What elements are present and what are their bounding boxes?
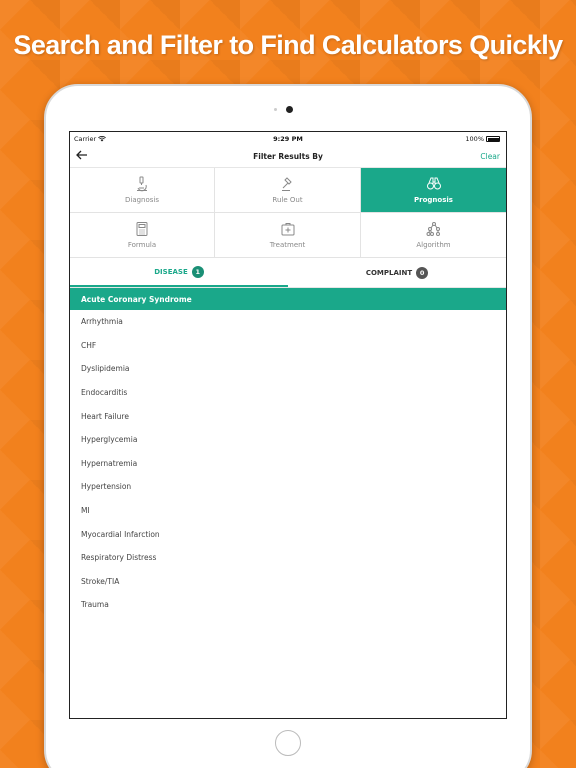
microscope-icon [137,176,147,192]
camera [286,106,293,113]
disease-list: Acute Coronary Syndrome Arrhythmia CHF D… [70,288,506,617]
filter-category-grid: Diagnosis Rule Out Prognosis Formula Tre… [70,168,506,258]
list-item[interactable]: Stroke/TIA [70,570,506,594]
nav-bar: Filter Results By Clear [70,146,506,168]
list-item[interactable]: Acute Coronary Syndrome [70,288,506,310]
home-button[interactable] [275,730,301,756]
list-item[interactable]: Dyslipidemia [70,357,506,381]
list-item[interactable]: Heart Failure [70,404,506,428]
list-item[interactable]: Hypertension [70,475,506,499]
flowchart-icon [426,222,440,236]
clock: 9:29 PM [273,135,303,143]
sensor [274,108,277,111]
promo-headline: Search and Filter to Find Calculators Qu… [13,30,563,60]
filter-rule-out[interactable]: Rule Out [215,168,361,213]
calculator-icon [136,222,148,236]
page-title: Filter Results By [253,152,323,161]
battery-status: 100% [465,135,500,143]
tab-disease[interactable]: DISEASE 1 [70,258,288,287]
list-item[interactable]: MI [70,499,506,523]
ipad-frame: Carrier 9:29 PM 100% Filter Results By C… [44,84,532,768]
medkit-icon [281,223,294,236]
filter-treatment[interactable]: Treatment [215,213,361,258]
count-badge: 0 [416,266,429,279]
category-tabs: DISEASE 1 COMPLAINT 0 [70,258,506,288]
list-item[interactable]: Hyperglycemia [70,428,506,452]
list-item[interactable]: CHF [70,334,506,358]
list-item[interactable]: Trauma [70,593,506,617]
binoculars-icon [426,177,441,190]
app-screen: Carrier 9:29 PM 100% Filter Results By C… [69,131,507,719]
list-item[interactable]: Arrhythmia [70,310,506,334]
list-item[interactable]: Endocarditis [70,381,506,405]
clear-button[interactable]: Clear [480,152,500,161]
filter-prognosis[interactable]: Prognosis [361,168,506,213]
count-badge: 1 [191,265,204,278]
filter-diagnosis[interactable]: Diagnosis [70,168,215,213]
battery-icon [486,136,500,142]
list-item[interactable]: Myocardial Infarction [70,522,506,546]
filter-algorithm[interactable]: Algorithm [361,213,506,258]
status-bar: Carrier 9:29 PM 100% [70,132,506,146]
filter-formula[interactable]: Formula [70,213,215,258]
list-item[interactable]: Respiratory Distress [70,546,506,570]
tab-complaint[interactable]: COMPLAINT 0 [288,258,506,287]
list-item[interactable]: Hypernatremia [70,452,506,476]
gavel-icon [281,177,292,191]
